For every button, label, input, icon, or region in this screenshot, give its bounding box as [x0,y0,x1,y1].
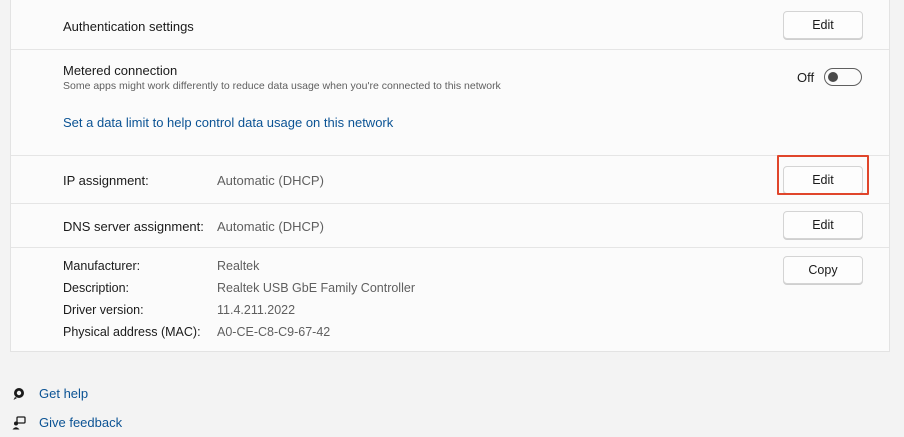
get-help-label[interactable]: Get help [39,386,88,401]
network-settings-panel: Authentication settings Edit Metered con… [10,0,890,352]
property-value: 11.4.211.2022 [217,303,296,317]
adapter-properties-row: Manufacturer: Realtek Description: Realt… [11,248,889,352]
data-limit-link[interactable]: Set a data limit to help control data us… [63,115,393,130]
authentication-edit-button[interactable]: Edit [783,11,863,39]
highlight-box [777,155,869,195]
feedback-icon [12,415,26,430]
toggle-switch[interactable] [824,68,863,86]
dns-assignment-value: Automatic (DHCP) [217,219,324,234]
give-feedback-link[interactable]: Give feedback [12,415,122,430]
toggle-knob [828,71,839,82]
ip-assignment-label: IP assignment: [63,173,149,188]
give-feedback-label[interactable]: Give feedback [39,415,122,430]
get-help-link[interactable]: Get help [12,386,88,401]
copy-button[interactable]: Copy [783,256,863,284]
dns-assignment-row: DNS server assignment: Automatic (DHCP) … [11,204,889,248]
property-label: Driver version: [63,303,144,317]
authentication-settings-row: Authentication settings Edit [11,0,889,50]
metered-connection-description: Some apps might work differently to redu… [63,80,501,92]
property-label: Manufacturer: [63,259,141,273]
toggle-state-label: Off [797,69,815,85]
ip-assignment-value: Automatic (DHCP) [217,173,324,188]
property-label: Physical address (MAC): [63,325,201,339]
property-value: A0-CE-C8-C9-67-42 [217,325,331,339]
metered-connection-title: Metered connection [63,63,178,78]
dns-assignment-label: DNS server assignment: [63,219,204,234]
help-chat-icon [12,387,26,401]
authentication-settings-label: Authentication settings [63,19,194,34]
dns-assignment-edit-button[interactable]: Edit [783,211,863,239]
property-value: Realtek USB GbE Family Controller [217,281,415,295]
property-label: Description: [63,281,129,295]
metered-connection-row: Metered connection Some apps might work … [11,50,889,156]
ip-assignment-row: IP assignment: Automatic (DHCP) Edit [11,156,889,204]
property-value: Realtek [217,259,260,273]
metered-connection-toggle[interactable]: Off [797,68,863,86]
